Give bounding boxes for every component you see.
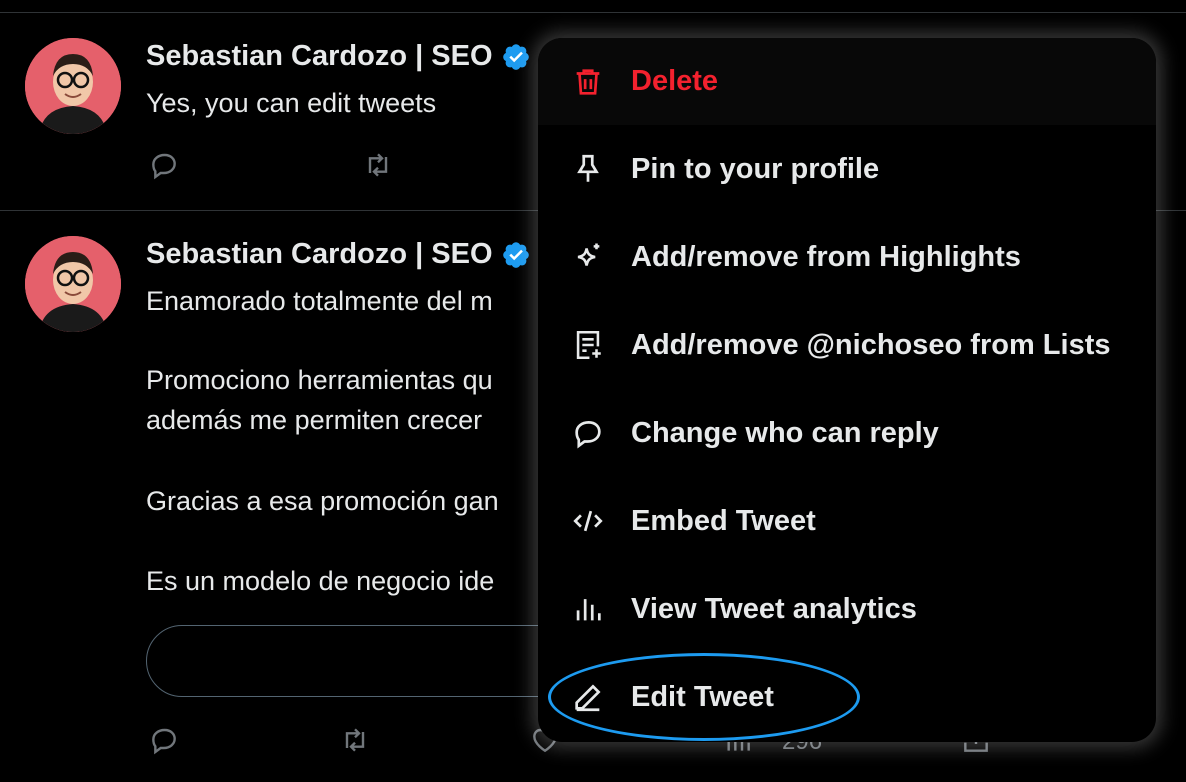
avatar[interactable] [25,236,121,332]
tweet-options-menu: Delete Pin to your profile Add/remove fr… [538,38,1156,742]
tweet-text-line: además me permiten crecer [146,405,483,435]
menu-item-label: View Tweet analytics [631,592,917,625]
tweet-text-line: Es un modelo de negocio ide [146,566,495,596]
menu-item-lists[interactable]: Add/remove @nichoseo from Lists [538,301,1156,389]
pin-icon [570,151,606,187]
tweet-text-line: Enamorado totalmente del m [146,286,493,316]
avatar-photo [25,236,121,332]
menu-item-label: Edit Tweet [631,680,774,713]
menu-item-pin[interactable]: Pin to your profile [538,125,1156,213]
reply-button[interactable] [146,722,182,758]
author-name[interactable]: Sebastian Cardozo | SEO [146,238,493,271]
menu-item-edit[interactable]: Edit Tweet [538,653,1156,741]
analytics-icon [570,591,606,627]
menu-item-label: Add/remove @nichoseo from Lists [631,328,1111,361]
tweet-text: Yes, you can edit tweets [146,88,437,118]
menu-item-label: Change who can reply [631,416,939,449]
tweet-text-line: Gracias a esa promoción gan [146,486,499,516]
menu-item-highlights[interactable]: Add/remove from Highlights [538,213,1156,301]
reply-icon [152,728,176,755]
tweet-text-line: Promociono herramientas qu [146,365,493,395]
retweet-icon [345,728,365,752]
reply-icon [152,153,176,180]
retweet-button[interactable] [337,722,373,758]
menu-item-label: Embed Tweet [631,504,816,537]
pencil-icon [570,679,606,715]
menu-item-delete[interactable]: Delete [538,38,1156,125]
code-icon [570,503,606,539]
reply-bubble-icon [570,415,606,451]
list-add-icon [570,327,606,363]
menu-item-embed[interactable]: Embed Tweet [538,477,1156,565]
verified-badge-icon [501,42,531,72]
retweet-button[interactable] [360,147,396,183]
menu-item-change-reply[interactable]: Change who can reply [538,389,1156,477]
avatar[interactable] [25,38,121,134]
menu-item-analytics[interactable]: View Tweet analytics [538,565,1156,653]
retweet-icon [368,153,388,177]
menu-item-label: Delete [631,65,719,97]
author-name[interactable]: Sebastian Cardozo | SEO [146,40,493,73]
menu-item-label: Add/remove from Highlights [631,240,1021,273]
reply-button[interactable] [146,147,182,183]
avatar-photo [25,38,121,134]
menu-item-label: Pin to your profile [631,152,880,185]
sparkle-icon [570,239,606,275]
verified-badge-icon [501,240,531,270]
trash-icon [570,64,606,100]
